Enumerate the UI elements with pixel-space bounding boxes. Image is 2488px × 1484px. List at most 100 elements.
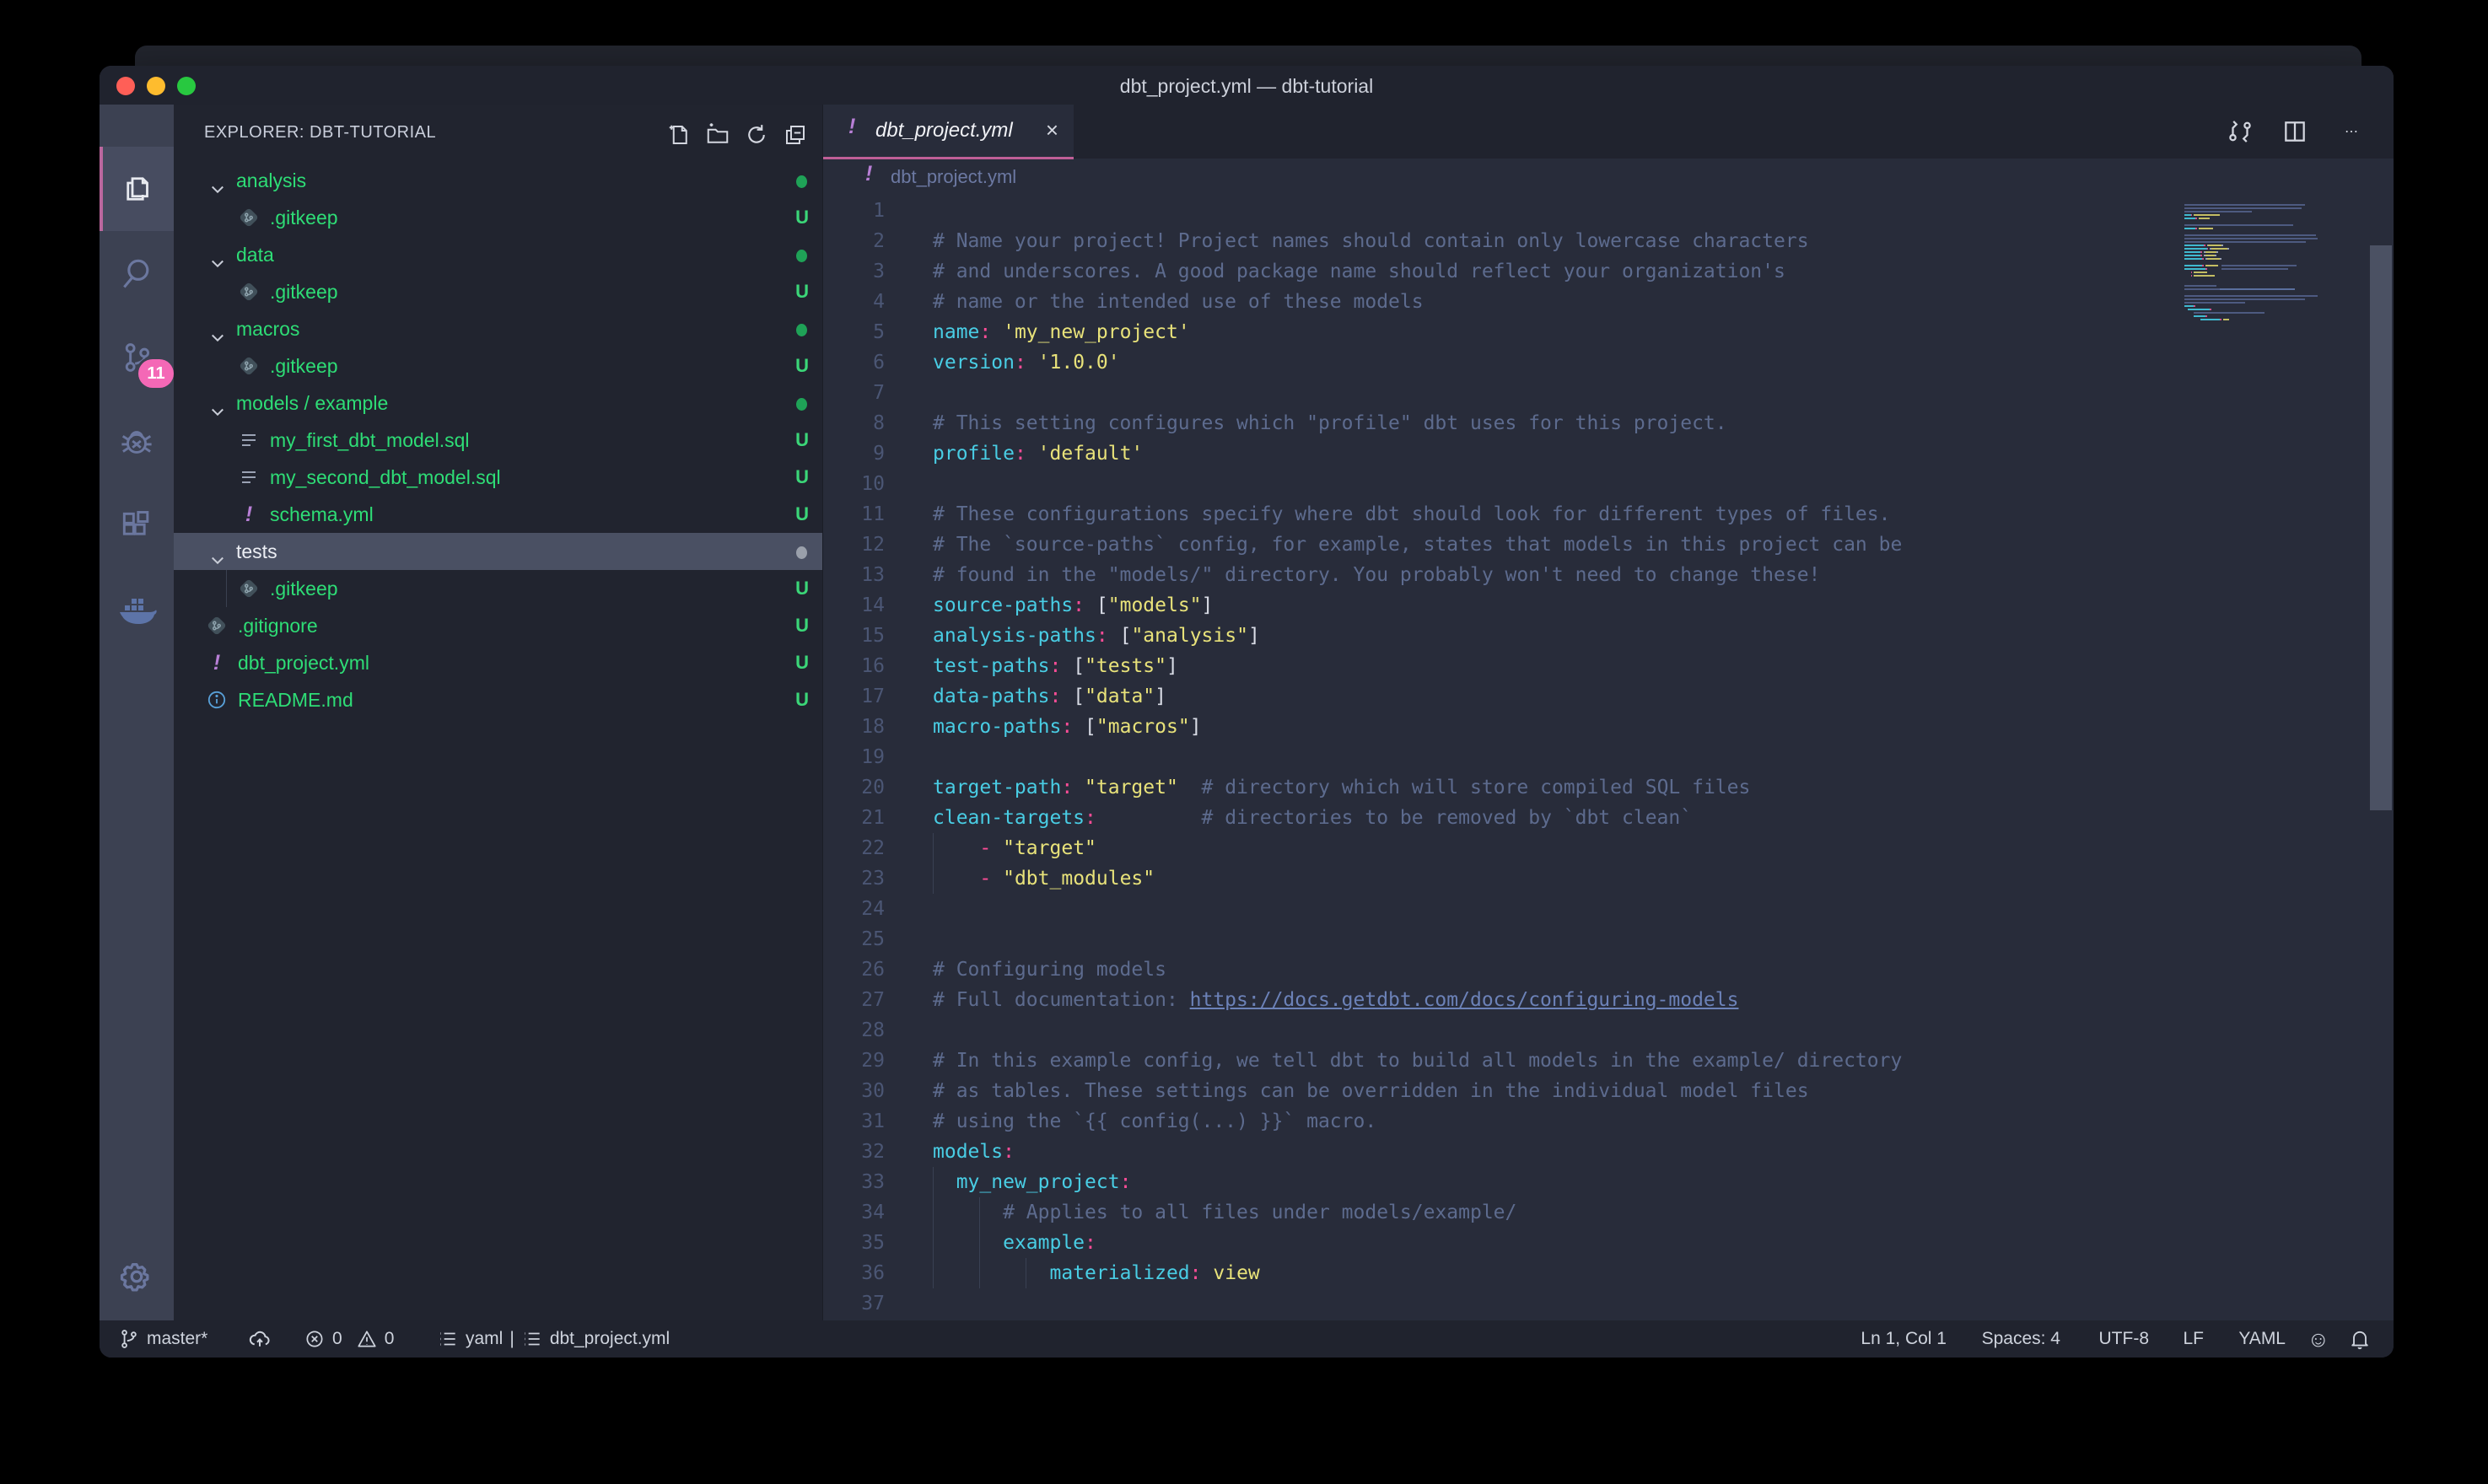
tree-folder-macros[interactable]: macros xyxy=(174,310,822,347)
split-editor-icon xyxy=(2281,118,2308,145)
tree-file-readme-md[interactable]: README.mdU xyxy=(174,681,822,718)
indentation-indicator[interactable]: Spaces: 4 xyxy=(1982,1320,2060,1358)
refresh-explorer-button[interactable] xyxy=(740,118,773,152)
tree-file--gitkeep[interactable]: .gitkeepU xyxy=(174,570,822,607)
code-line-23[interactable]: 23 - "dbt_modules" xyxy=(823,863,2394,894)
notifications-bell[interactable] xyxy=(2348,1320,2372,1358)
tree-folder-tests[interactable]: tests xyxy=(174,533,822,570)
code-line-14[interactable]: 14source-paths: ["models"] xyxy=(823,590,2394,621)
code-line-13[interactable]: 13# found in the "models/" directory. Yo… xyxy=(823,560,2394,590)
activity-run-debug[interactable] xyxy=(100,400,174,484)
code-line-33[interactable]: 33 my_new_project: xyxy=(823,1167,2394,1197)
eol-indicator[interactable]: LF xyxy=(2183,1320,2204,1358)
file-type-icon: ! xyxy=(236,502,261,527)
code-line-31[interactable]: 31# using the `{{ config(...) }}` macro. xyxy=(823,1106,2394,1137)
tree-folder-models-example[interactable]: models / example xyxy=(174,384,822,422)
tree-label: my_first_dbt_model.sql xyxy=(270,422,470,459)
breadcrumb-file[interactable]: dbt_project.yml xyxy=(891,159,1016,196)
feedback-smiley[interactable]: ☺ xyxy=(2307,1320,2329,1358)
code-line-7[interactable]: 7 xyxy=(823,378,2394,408)
minimap[interactable] xyxy=(2184,201,2328,325)
code-line-24[interactable]: 24 xyxy=(823,894,2394,924)
code-line-15[interactable]: 15analysis-paths: ["analysis"] xyxy=(823,621,2394,651)
code-line-2[interactable]: 2# Name your project! Project names shou… xyxy=(823,226,2394,256)
activity-explorer[interactable] xyxy=(100,147,174,231)
line-number: 17 xyxy=(823,681,885,712)
tree-file-schema-yml[interactable]: !schema.ymlU xyxy=(174,496,822,533)
compare-changes-button[interactable] xyxy=(2221,115,2259,148)
code-text: # In this example config, we tell dbt to… xyxy=(933,1046,1902,1076)
tree-label: .gitkeep xyxy=(270,273,338,310)
lint-status[interactable]: yaml | dbt_project.yml xyxy=(437,1320,670,1358)
tab-close-icon[interactable]: × xyxy=(1046,105,1058,157)
code-line-27[interactable]: 27# Full documentation: https://docs.get… xyxy=(823,985,2394,1015)
activity-search[interactable] xyxy=(100,231,174,315)
activity-extensions[interactable] xyxy=(100,484,174,568)
code-line-37[interactable]: 37 xyxy=(823,1288,2394,1319)
code-line-18[interactable]: 18macro-paths: ["macros"] xyxy=(823,712,2394,742)
code-line-22[interactable]: 22 - "target" xyxy=(823,833,2394,863)
code-area[interactable]: 12# Name your project! Project names sho… xyxy=(823,196,2394,1319)
tree-file-my-first-dbt-model-sql[interactable]: my_first_dbt_model.sql U xyxy=(174,422,822,459)
code-line-16[interactable]: 16test-paths: ["tests"] xyxy=(823,651,2394,681)
minimap-line xyxy=(2184,265,2328,266)
code-line-17[interactable]: 17data-paths: ["data"] xyxy=(823,681,2394,712)
code-line-34[interactable]: 34 # Applies to all files under models/e… xyxy=(823,1197,2394,1228)
activity-docker[interactable] xyxy=(100,568,174,653)
code-line-3[interactable]: 3# and underscores. A good package name … xyxy=(823,256,2394,287)
tree-folder-data[interactable]: data xyxy=(174,236,822,273)
new-file-button[interactable] xyxy=(662,118,696,152)
tree-file-dbt-project-yml[interactable]: !dbt_project.ymlU xyxy=(174,644,822,681)
code-line-25[interactable]: 25 xyxy=(823,924,2394,954)
git-branch-indicator[interactable]: master* xyxy=(118,1320,207,1358)
code-line-4[interactable]: 4# name or the intended use of these mod… xyxy=(823,287,2394,317)
new-folder-button[interactable] xyxy=(701,118,735,152)
file-type-icon xyxy=(204,687,229,712)
tree-label: .gitkeep xyxy=(270,570,338,607)
code-line-6[interactable]: 6version: '1.0.0' xyxy=(823,347,2394,378)
code-line-21[interactable]: 21clean-targets: # directories to be rem… xyxy=(823,803,2394,833)
tree-file-my-second-dbt-model-sql[interactable]: my_second_dbt_model.sqlU xyxy=(174,459,822,496)
tree-label: .gitkeep xyxy=(270,199,338,236)
cursor-position[interactable]: Ln 1, Col 1 xyxy=(1861,1320,1947,1358)
code-text: profile: 'default' xyxy=(933,438,1143,469)
git-status-dot xyxy=(796,398,807,411)
code-line-29[interactable]: 29# In this example config, we tell dbt … xyxy=(823,1046,2394,1076)
tab-dbt-project-yml[interactable]: ! dbt_project.yml × xyxy=(823,105,1074,159)
tree-file--gitignore[interactable]: .gitignoreU xyxy=(174,607,822,644)
code-line-8[interactable]: 8# This setting configures which "profil… xyxy=(823,408,2394,438)
code-line-26[interactable]: 26# Configuring models xyxy=(823,954,2394,985)
code-line-20[interactable]: 20target-path: "target" # directory whic… xyxy=(823,772,2394,803)
code-line-11[interactable]: 11# These configurations specify where d… xyxy=(823,499,2394,530)
code-line-19[interactable]: 19 xyxy=(823,742,2394,772)
minimap-line xyxy=(2184,241,2328,243)
encoding-indicator[interactable]: UTF-8 xyxy=(2099,1320,2150,1358)
split-editor-button[interactable] xyxy=(2276,115,2313,148)
tree-folder-analysis[interactable]: analysis xyxy=(174,162,822,199)
sync-changes-button[interactable] xyxy=(247,1320,272,1358)
extensions-icon xyxy=(118,508,155,545)
code-line-36[interactable]: 36 materialized: view xyxy=(823,1258,2394,1288)
problems-indicator[interactable]: 0 0 xyxy=(304,1320,394,1358)
tree-file--gitkeep[interactable]: .gitkeepU xyxy=(174,347,822,384)
language-mode[interactable]: YAML xyxy=(2238,1320,2286,1358)
git-status-badge: U xyxy=(795,422,809,459)
line-number: 27 xyxy=(823,985,885,1015)
collapse-folders-button[interactable] xyxy=(778,118,812,152)
more-actions-button[interactable]: ⋯ xyxy=(2333,115,2370,148)
tree-file--gitkeep[interactable]: .gitkeepU xyxy=(174,273,822,310)
code-line-35[interactable]: 35 example: xyxy=(823,1228,2394,1258)
activity-source-control[interactable]: 11 xyxy=(100,315,174,400)
scrollbar-thumb[interactable] xyxy=(2370,245,2392,810)
code-line-30[interactable]: 30# as tables. These settings can be ove… xyxy=(823,1076,2394,1106)
code-line-5[interactable]: 5name: 'my_new_project' xyxy=(823,317,2394,347)
code-line-1[interactable]: 1 xyxy=(823,196,2394,226)
code-line-32[interactable]: 32models: xyxy=(823,1137,2394,1167)
breadcrumb[interactable]: ! dbt_project.yml xyxy=(823,159,2394,196)
code-line-9[interactable]: 9profile: 'default' xyxy=(823,438,2394,469)
code-line-28[interactable]: 28 xyxy=(823,1015,2394,1046)
code-line-12[interactable]: 12# The `source-paths` config, for examp… xyxy=(823,530,2394,560)
code-line-10[interactable]: 10 xyxy=(823,469,2394,499)
tree-file--gitkeep[interactable]: .gitkeepU xyxy=(174,199,822,236)
activity-settings[interactable] xyxy=(100,1234,174,1319)
